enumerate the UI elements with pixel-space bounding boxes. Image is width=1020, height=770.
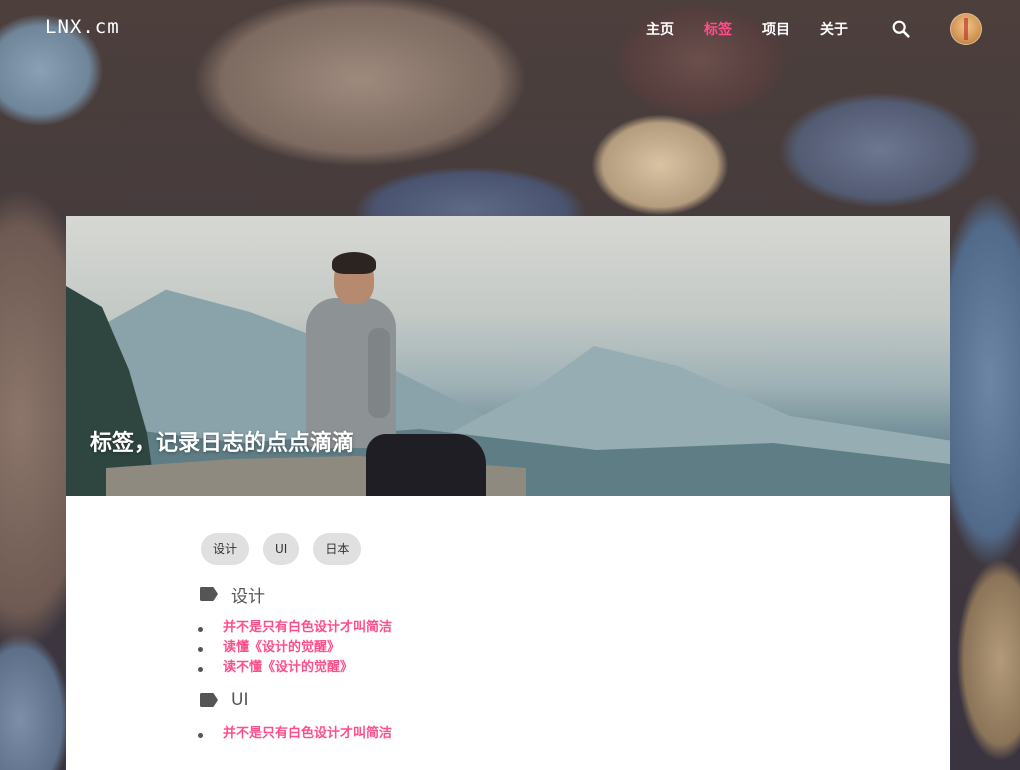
nav-links: 主页 标签 项目 关于 — [646, 19, 878, 39]
post-link[interactable]: 并不是只有白色设计才叫简洁 — [198, 618, 950, 638]
section-title: UI — [231, 690, 249, 710]
page-title: 标签，记录日志的点点滴滴 — [90, 431, 355, 456]
tag-chip-ui[interactable]: UI — [263, 533, 300, 565]
section-header: 设计 — [197, 582, 950, 607]
hero-person — [256, 252, 486, 496]
tag-chip-japan[interactable]: 日本 — [313, 533, 362, 565]
post-link[interactable]: 并不是只有白色设计才叫简洁 — [198, 724, 950, 744]
site-logo[interactable]: LNX.cm — [45, 16, 120, 38]
post-link[interactable]: 读不懂《设计的觉醒》 — [198, 658, 950, 678]
tag-icon — [200, 587, 218, 601]
top-nav: LNX.cm 主页 标签 项目 关于 — [0, 0, 1020, 58]
search-icon[interactable] — [890, 18, 912, 40]
tag-icon — [200, 693, 218, 707]
tag-chips: 设计 UI 日本 — [201, 533, 950, 565]
tag-section-design: 设计 并不是只有白色设计才叫简洁 读懂《设计的觉醒》 读不懂《设计的觉醒》 — [198, 582, 950, 678]
tag-chip-design[interactable]: 设计 — [201, 533, 250, 565]
nav-link-projects[interactable]: 项目 — [762, 19, 790, 39]
tags-card: 标签，记录日志的点点滴滴 设计 UI 日本 设计 并不是只有白色设计才叫简洁 读… — [66, 216, 950, 770]
section-title: 设计 — [231, 586, 265, 607]
post-list: 并不是只有白色设计才叫简洁 读懂《设计的觉醒》 读不懂《设计的觉醒》 — [198, 618, 950, 678]
nav-link-home[interactable]: 主页 — [646, 19, 674, 39]
avatar[interactable] — [950, 13, 982, 45]
nav-link-tags[interactable]: 标签 — [704, 19, 732, 39]
tag-section-ui: UI 并不是只有白色设计才叫简洁 — [198, 688, 950, 744]
hero-image: 标签，记录日志的点点滴滴 — [66, 216, 950, 496]
page: LNX.cm 主页 标签 项目 关于 标签，记录日志的点点滴滴 设计 UI 日本… — [0, 0, 1020, 770]
section-header: UI — [197, 688, 950, 712]
tags-content: 设计 UI 日本 设计 并不是只有白色设计才叫简洁 读懂《设计的觉醒》 读不懂《… — [66, 496, 950, 744]
post-link[interactable]: 读懂《设计的觉醒》 — [198, 638, 950, 658]
post-list: 并不是只有白色设计才叫简洁 — [198, 724, 950, 744]
nav-link-about[interactable]: 关于 — [820, 19, 848, 39]
